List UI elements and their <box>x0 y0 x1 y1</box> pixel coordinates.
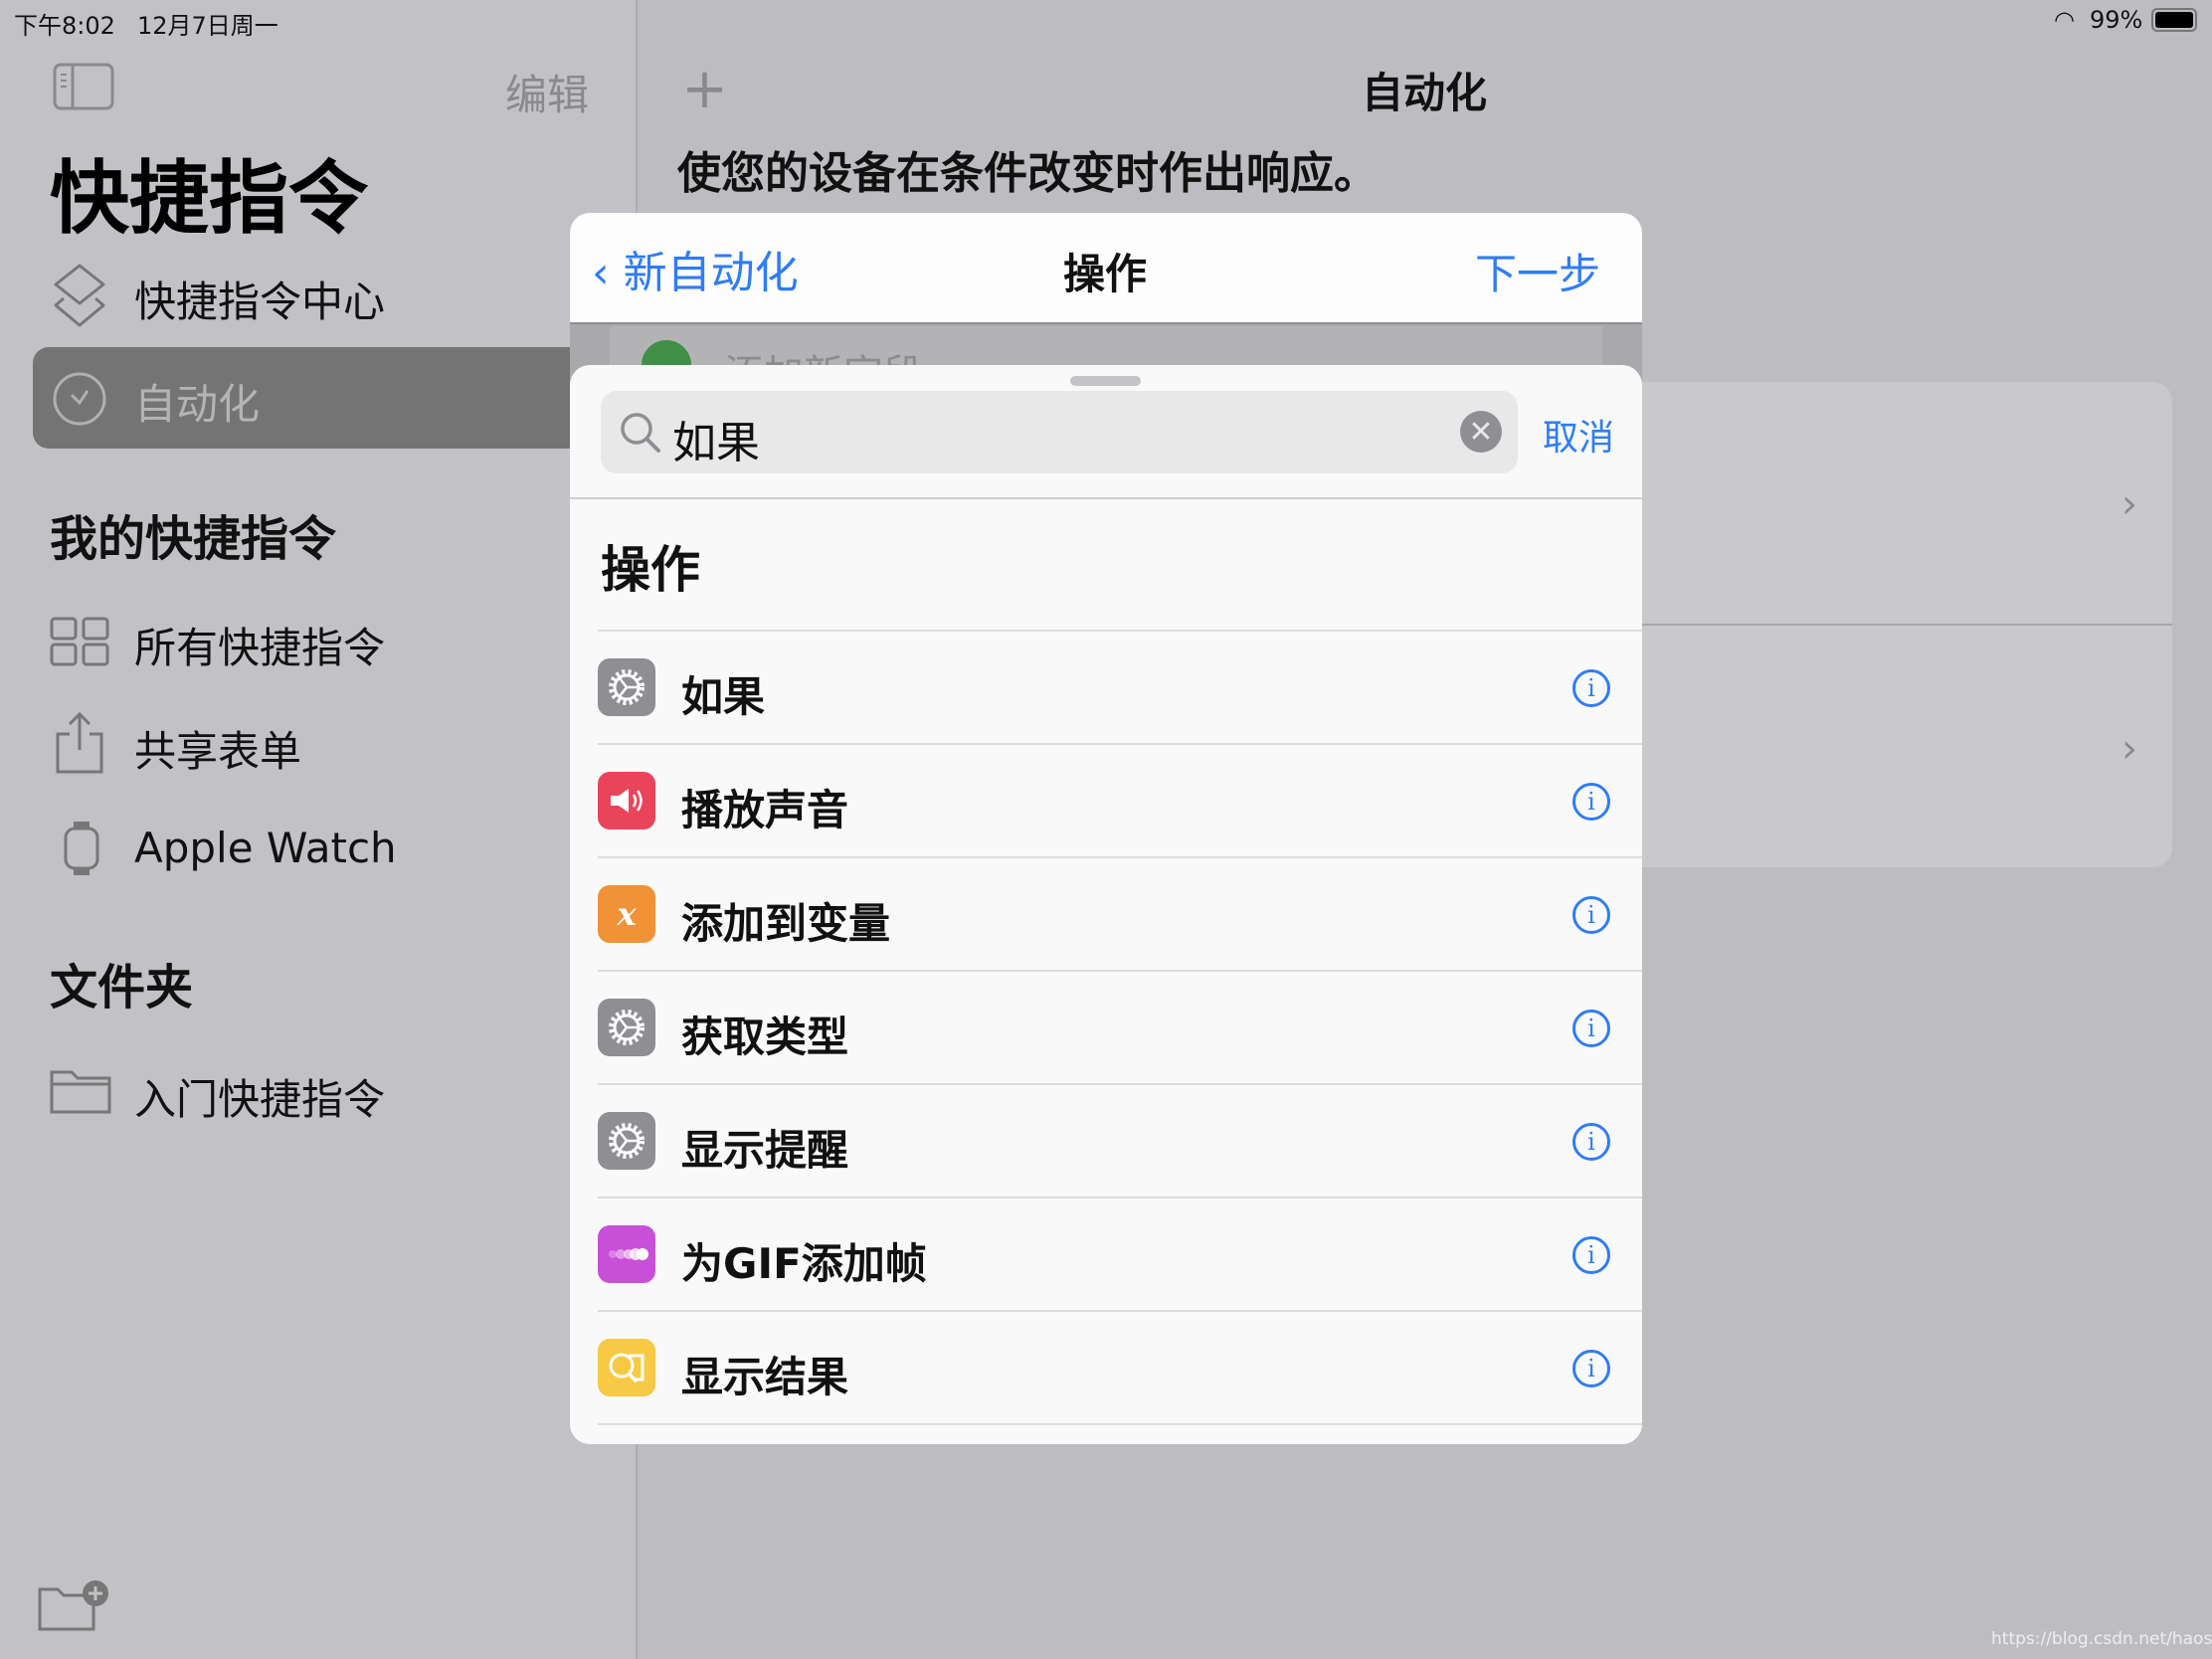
next-button[interactable]: 下一步 <box>1475 241 1600 301</box>
sidebar-item-gallery[interactable]: 快捷指令中心 <box>0 259 638 334</box>
action-search-sheet: 如果 ✕ 取消 操作 如果 i 播放声音 i x 添加到变量 i 获取类型 i 显示提醒 i 为GIF… <box>570 365 1642 1444</box>
info-icon[interactable]: i <box>1572 1350 1610 1387</box>
sidebar-item-starter-folder[interactable]: 入门快捷指令 <box>0 1054 638 1124</box>
search-input[interactable]: 如果 ✕ <box>601 391 1518 473</box>
action-list: 如果 i 播放声音 i x 添加到变量 i 获取类型 i 显示提醒 i 为GIF添加帧 i 显示结果 i <box>570 632 1642 1427</box>
speaker-icon <box>598 772 655 830</box>
action-row[interactable]: 显示结果 i <box>598 1312 1642 1425</box>
info-icon[interactable]: i <box>1572 1123 1610 1161</box>
cancel-button[interactable]: 取消 <box>1543 409 1614 461</box>
add-automation-button[interactable]: + <box>681 62 728 117</box>
battery-icon <box>2151 8 2197 32</box>
chevron-left-icon: ‹ <box>592 248 610 298</box>
main-subtitle: 使您的设备在条件改变时作出响应。 <box>677 148 1378 199</box>
action-row[interactable]: 获取类型 i <box>598 972 1642 1085</box>
watch-icon <box>62 822 101 875</box>
sidebar-item-label: 共享表单 <box>134 727 302 776</box>
gear-icon <box>598 658 655 716</box>
action-label: 添加到变量 <box>681 899 891 948</box>
gear-icon <box>598 999 655 1056</box>
action-label: 为GIF添加帧 <box>681 1239 927 1288</box>
sidebar-item-label: 自动化 <box>134 380 261 429</box>
watermark: https://blog.csdn.net/haostart <box>1991 1629 2212 1649</box>
add-folder-icon[interactable] <box>38 1577 111 1633</box>
action-label: 如果 <box>681 672 766 721</box>
action-row[interactable]: 播放声音 i <box>598 745 1642 858</box>
sidebar-item-apple-watch[interactable]: Apple Watch <box>0 814 638 883</box>
grid-icon <box>50 617 111 666</box>
info-icon[interactable]: i <box>1572 1236 1610 1274</box>
gif-frames-icon <box>598 1225 655 1283</box>
action-row[interactable]: 为GIF添加帧 i <box>598 1198 1642 1312</box>
sidebar: 下午8:02 12月7日周一 编辑 快捷指令 快捷指令中心 自动化 我的快捷指令… <box>0 0 649 1659</box>
clear-search-icon[interactable]: ✕ <box>1460 411 1502 453</box>
info-icon[interactable]: i <box>1572 783 1610 821</box>
action-row[interactable]: 显示提醒 i <box>598 1085 1642 1198</box>
action-label: 显示提醒 <box>681 1126 849 1175</box>
sheet-title: 操作 <box>1063 250 1148 298</box>
sidebar-toggle-icon[interactable] <box>53 63 114 110</box>
folder-icon <box>50 1066 111 1114</box>
sidebar-item-label: Apple Watch <box>134 824 397 872</box>
grabber-handle[interactable] <box>1070 376 1141 386</box>
folders-header[interactable]: 文件夹 <box>50 948 193 1017</box>
sidebar-item-automation[interactable]: 自动化 <box>33 347 649 449</box>
back-button[interactable]: ‹ 新自动化 <box>592 237 799 300</box>
page-title: 快捷指令 <box>50 152 368 245</box>
action-row[interactable]: 如果 i <box>598 632 1642 745</box>
sidebar-item-all-shortcuts[interactable]: 所有快捷指令 <box>0 609 638 674</box>
action-row[interactable]: x 添加到变量 i <box>598 858 1642 972</box>
info-icon[interactable]: i <box>1572 1010 1610 1047</box>
share-icon <box>54 710 105 776</box>
action-label: 获取类型 <box>681 1013 849 1061</box>
action-label: 播放声音 <box>681 786 849 834</box>
sidebar-item-share-sheet[interactable]: 共享表单 <box>0 708 638 778</box>
clock-icon <box>52 371 107 427</box>
gear-icon <box>598 1112 655 1170</box>
search-icon <box>619 411 662 455</box>
section-title: 操作 <box>601 541 700 599</box>
wifi-icon: ◠ <box>2054 6 2075 34</box>
quicklook-icon <box>598 1339 655 1396</box>
chevron-right-icon[interactable]: › <box>2121 481 2137 527</box>
sidebar-item-label: 入门快捷指令 <box>134 1075 386 1124</box>
battery-percent: 99% <box>2090 6 2143 34</box>
edit-button[interactable]: 编辑 <box>505 62 589 122</box>
search-value: 如果 <box>672 418 760 468</box>
variable-icon: x <box>598 885 655 943</box>
main-title: 自动化 <box>1362 69 1488 117</box>
back-label: 新自动化 <box>623 248 799 298</box>
my-shortcuts-header[interactable]: 我的快捷指令 <box>50 499 336 569</box>
action-label: 显示结果 <box>681 1353 849 1401</box>
info-icon[interactable]: i <box>1572 669 1610 707</box>
sidebar-item-label: 快捷指令中心 <box>134 277 386 326</box>
sidebar-item-label: 所有快捷指令 <box>134 624 386 672</box>
status-time: 下午8:02 <box>14 12 115 40</box>
layers-icon <box>52 263 107 328</box>
divider <box>570 497 1642 499</box>
status-date: 12月7日周一 <box>137 12 278 40</box>
info-icon[interactable]: i <box>1572 896 1610 934</box>
chevron-right-icon[interactable]: › <box>2121 726 2137 772</box>
